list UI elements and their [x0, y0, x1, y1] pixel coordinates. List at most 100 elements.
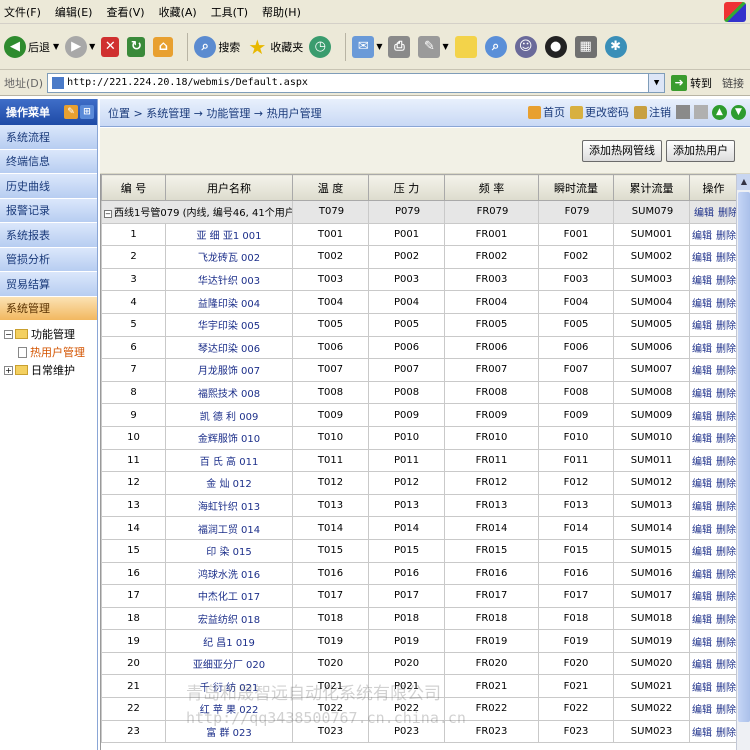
- refresh-button[interactable]: ↻: [127, 36, 147, 57]
- print-icon[interactable]: [676, 105, 690, 119]
- edit-link[interactable]: 编辑: [692, 434, 712, 445]
- table-row[interactable]: 6 琴达印染 006 T006 P006 FR006 F006 SUM006 编辑 删除: [101, 335, 736, 360]
- delete-link[interactable]: 删除: [716, 321, 736, 332]
- delete-link[interactable]: 删除: [716, 638, 736, 649]
- edit-link[interactable]: 编辑: [692, 570, 712, 581]
- edit-link[interactable]: 编辑: [692, 502, 712, 513]
- menu-tools[interactable]: 工具(T): [211, 4, 248, 20]
- scroll-up-icon[interactable]: ▲: [737, 174, 750, 190]
- delete-link[interactable]: 删除: [716, 276, 736, 287]
- tree-node-daily-maintenance[interactable]: + 日常维护: [4, 361, 97, 379]
- search-button[interactable]: ⌕ 搜索: [194, 35, 240, 58]
- edit-link[interactable]: 编辑: [692, 389, 712, 400]
- group-row[interactable]: − 西线1号管079 (内线, 编号46, 41个用户) T079 P079 FR…: [101, 200, 736, 224]
- delete-link[interactable]: 删除: [716, 705, 736, 716]
- edit-link[interactable]: 编辑: [692, 705, 712, 716]
- table-row[interactable]: 22 红 苹 果 022 T022 P022 FR022 F022 SUM022 编辑 删除: [101, 697, 736, 721]
- delete-link[interactable]: 删除: [716, 547, 736, 558]
- edit-link[interactable]: 编辑: [692, 592, 712, 603]
- edit-link[interactable]: 编辑: [692, 547, 712, 558]
- delete-link[interactable]: 删除: [716, 299, 736, 310]
- tree-node-function-admin[interactable]: − 功能管理: [4, 325, 97, 343]
- edit-link[interactable]: 编辑: [692, 366, 712, 377]
- collapse-icon[interactable]: −: [104, 210, 112, 219]
- table-row[interactable]: 23 富 群 023 T023 P023 FR023 F023 SUM023 编辑 删除: [101, 719, 736, 744]
- edit-link[interactable]: 编辑: [692, 457, 712, 468]
- table-row[interactable]: 18 宏益纺织 018 T018 P018 FR018 F018 SUM018 编辑 删除: [101, 606, 736, 631]
- edit-link[interactable]: 编辑: [692, 412, 712, 423]
- print-button[interactable]: ⎙: [388, 35, 412, 58]
- table-row[interactable]: 1亚 细 亚1 001 T001 P001 FR001 F001 SUM001 编辑 删除: [101, 222, 736, 247]
- sidebar-item-loss-analysis[interactable]: 管损分析: [0, 247, 97, 272]
- delete-link[interactable]: 删除: [716, 728, 736, 739]
- note-button[interactable]: [454, 35, 479, 58]
- table-row[interactable]: 12 金 灿 012 T012 P012 FR012 F012 SUM012 编辑 删除: [101, 471, 736, 495]
- chevron-down-icon[interactable]: ▼: [648, 73, 665, 92]
- table-row[interactable]: 17 中杰化工 017 T017 P017 FR017 F017 SUM017 编辑 删除: [101, 584, 736, 608]
- table-row[interactable]: 10 金辉服饰 010 T010 P010 FR010 F010 SUM010 编辑 删除: [101, 425, 736, 450]
- menu-view[interactable]: 查看(V): [106, 4, 144, 20]
- tree-node-heat-user-admin[interactable]: 热用户管理: [4, 343, 97, 361]
- table-row[interactable]: 20 亚细亚分厂 020 T020 P020 FR020 F020 SUM020 编辑 删除: [101, 651, 736, 676]
- go-button[interactable]: ➜ 转到: [671, 74, 712, 91]
- calculator-button[interactable]: ▦: [574, 35, 599, 58]
- delete-link[interactable]: 删除: [716, 502, 736, 513]
- expand-icon[interactable]: +: [4, 365, 13, 375]
- edit-link[interactable]: 编辑: [692, 660, 712, 671]
- add-heat-user-button[interactable]: 添加热用户: [666, 140, 735, 162]
- edit-link[interactable]: 编辑: [692, 253, 712, 264]
- menu-file[interactable]: 文件(F): [4, 4, 41, 20]
- table-row[interactable]: 14 福润工贸 014 T014 P014 FR014 F014 SUM014 编辑 删除: [101, 516, 736, 540]
- edit-link[interactable]: 编辑: [692, 525, 712, 536]
- sidebar-item-history-curve[interactable]: 历史曲线: [0, 174, 97, 199]
- table-row[interactable]: 7 月龙服饰 007 T007 P007 FR007 F007 SUM007 编辑 删除: [101, 358, 736, 382]
- tool-icon[interactable]: ✎: [64, 105, 78, 119]
- edit-link[interactable]: 编辑: [694, 208, 714, 219]
- delete-link[interactable]: 删除: [718, 208, 736, 219]
- forward-button[interactable]: ▶ ▼: [65, 35, 95, 58]
- table-row[interactable]: 2 飞龙砖瓦 002 T002 P002 FR002 F002 SUM002 编辑 删除: [101, 245, 736, 269]
- table-row[interactable]: 13 海虹针织 013 T013 P013 FR013 F013 SUM013 编辑 删除: [101, 493, 736, 518]
- change-password-link[interactable]: 更改密码: [570, 104, 629, 120]
- delete-link[interactable]: 删除: [716, 412, 736, 423]
- sidebar-item-trade-settlement[interactable]: 贸易结算: [0, 272, 97, 297]
- table-row[interactable]: 9凯 德 利 009 T009 P009 FR009 F009 SUM009 编辑 删除: [101, 403, 736, 427]
- edit-link[interactable]: 编辑: [692, 231, 712, 242]
- menu-edit[interactable]: 编辑(E): [55, 4, 93, 20]
- sidebar-item-system-flow[interactable]: 系统流程: [0, 125, 97, 150]
- links-button[interactable]: 链接: [722, 75, 744, 91]
- delete-link[interactable]: 删除: [716, 231, 736, 242]
- stop-button[interactable]: ✕: [101, 36, 121, 57]
- sidebar-item-system-admin[interactable]: 系统管理: [0, 296, 97, 321]
- plugin-button[interactable]: ✱: [604, 35, 629, 58]
- sidebar-item-terminal-info[interactable]: 终端信息: [0, 149, 97, 174]
- table-row[interactable]: 11 百 氏 高 011 T011 P011 FR011 F011 SUM011 编辑 删除: [101, 448, 736, 473]
- delete-link[interactable]: 删除: [716, 434, 736, 445]
- mail-button[interactable]: ✉ ▼: [352, 35, 382, 58]
- edit-link[interactable]: 编辑: [692, 728, 712, 739]
- table-row[interactable]: 19 纪 昌1 019 T019 P019 FR019 F019 SUM019 编辑 删除: [101, 629, 736, 653]
- table-row[interactable]: 5 华宇印染 005 T005 P005 FR005 F005 SUM005 编辑 删除: [101, 312, 736, 337]
- delete-link[interactable]: 删除: [716, 660, 736, 671]
- edit-link[interactable]: 编辑: [692, 638, 712, 649]
- collapse-icon[interactable]: −: [4, 329, 13, 339]
- add-pipeline-button[interactable]: 添加热网管线: [582, 140, 662, 162]
- delete-link[interactable]: 删除: [716, 570, 736, 581]
- menu-help[interactable]: 帮助(H): [262, 4, 301, 20]
- edit-link[interactable]: 编辑: [692, 683, 712, 694]
- sidebar-item-system-reports[interactable]: 系统报表: [0, 223, 97, 248]
- delete-link[interactable]: 删除: [716, 592, 736, 603]
- home-button[interactable]: ⌂: [153, 36, 175, 57]
- favorites-button[interactable]: ★ 收藏夹: [246, 35, 303, 59]
- research-button[interactable]: ⌕: [484, 35, 509, 58]
- table-row[interactable]: 15 印 染 015 T015 P015 FR015 F015 SUM015 编辑 删除: [101, 538, 736, 563]
- delete-link[interactable]: 删除: [716, 253, 736, 264]
- delete-link[interactable]: 删除: [716, 683, 736, 694]
- delete-link[interactable]: 删除: [716, 525, 736, 536]
- history-button[interactable]: ◷: [309, 35, 333, 58]
- edit-link[interactable]: 编辑: [692, 479, 712, 490]
- vertical-scrollbar[interactable]: ▲: [736, 174, 750, 750]
- edit-page-button[interactable]: ✎ ▼: [418, 35, 449, 58]
- home-link[interactable]: 首页: [528, 104, 565, 120]
- messenger-button[interactable]: ☺: [514, 35, 539, 58]
